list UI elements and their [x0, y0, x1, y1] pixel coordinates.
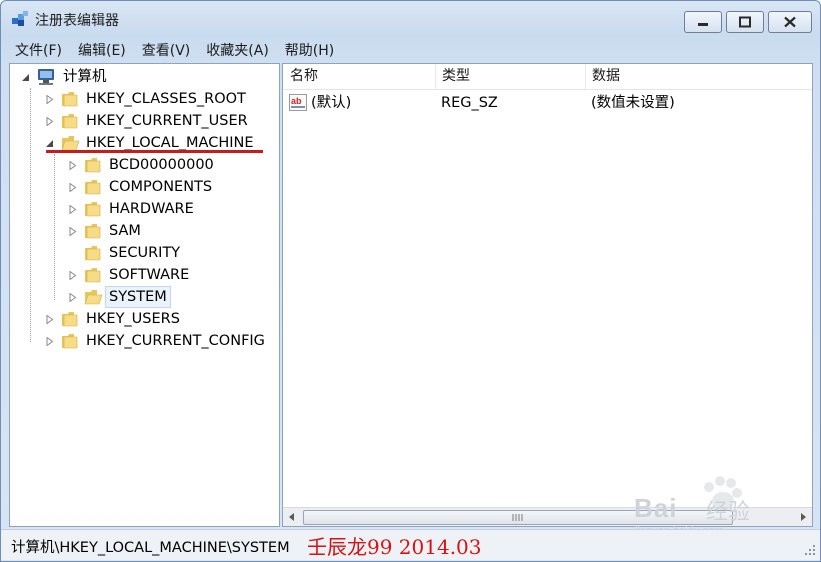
tree-item-security[interactable]: SECURITY — [10, 242, 270, 264]
status-path: 计算机\HKEY_LOCAL_MACHINE\SYSTEM — [11, 540, 290, 556]
resize-grip-icon[interactable] — [804, 544, 816, 556]
collapsed-triangle-icon — [46, 117, 54, 126]
column-header-name[interactable]: 名称 — [283, 64, 436, 89]
close-button[interactable] — [768, 11, 812, 33]
values-list-pane[interactable]: 名称 类型 数据 ab (默认) REG_SZ (数值未设置) — [282, 63, 813, 527]
ab-string-icon: ab — [289, 94, 307, 111]
folder-icon — [62, 114, 78, 129]
tree-label: HARDWARE — [109, 201, 194, 217]
watermark-brand: Bai — [634, 493, 678, 523]
tree-label: BCD00000000 — [109, 157, 214, 173]
scroll-grip-icon — [512, 514, 523, 521]
tree-item-hkey-users[interactable]: HKEY_USERS — [10, 308, 270, 330]
window-controls — [680, 11, 812, 33]
author-credit: 壬辰龙99 2014.03 — [307, 535, 482, 559]
folder-icon — [85, 180, 101, 195]
status-bar: 计算机\HKEY_LOCAL_MACHINE\SYSTEM 壬辰龙99 2014… — [1, 529, 820, 560]
collapsed-triangle-icon — [69, 161, 77, 170]
scroll-right-arrow-icon[interactable] — [794, 508, 812, 526]
folder-icon — [62, 334, 78, 349]
computer-icon — [38, 69, 54, 85]
tree-label: 计算机 — [63, 69, 107, 85]
tree-item-computer[interactable]: 计算机 — [10, 66, 270, 88]
value-name: (默认) — [311, 95, 352, 111]
column-header-type[interactable]: 类型 — [435, 64, 586, 89]
open-folder-icon — [84, 290, 103, 305]
tree-label: HKEY_USERS — [86, 311, 180, 327]
menu-favorites[interactable]: 收藏夹(A) — [198, 40, 277, 60]
close-icon — [784, 16, 796, 28]
folder-icon — [85, 268, 101, 283]
tree-label: SOFTWARE — [109, 267, 190, 283]
menu-bar: 文件(F) 编辑(E) 查看(V) 收藏夹(A) 帮助(H) — [7, 39, 814, 61]
menu-view[interactable]: 查看(V) — [134, 40, 199, 60]
collapsed-triangle-icon — [46, 95, 54, 104]
column-header-row: 名称 类型 数据 — [283, 64, 812, 90]
tree-label: COMPONENTS — [109, 179, 213, 195]
key-tree-pane[interactable]: 计算机 HKEY_CLASSES_ROOT HKEY_CURRENT_USER … — [9, 63, 280, 527]
value-type: REG_SZ — [441, 95, 498, 111]
minimize-icon — [698, 23, 708, 26]
tree-item-hkey-current-config[interactable]: HKEY_CURRENT_CONFIG — [10, 330, 278, 352]
tree-item-software[interactable]: SOFTWARE — [10, 264, 270, 286]
watermark-cn: 经验 — [706, 499, 751, 524]
registry-editor-window: 注册表编辑器 文件(F) 编辑(E) 查看(V) 收藏夹(A) 帮助(H) 计算… — [0, 0, 821, 562]
tree-label: HKEY_CURRENT_CONFIG — [86, 333, 265, 349]
tree-label-selected: SYSTEM — [105, 286, 171, 308]
value-data: (数值未设置) — [591, 95, 675, 111]
tree-item-hkey-current-user[interactable]: HKEY_CURRENT_USER — [10, 110, 270, 132]
expanded-triangle-icon — [22, 74, 29, 81]
regedit-app-icon — [12, 11, 28, 26]
maximize-icon — [739, 16, 751, 28]
tree-item-components[interactable]: COMPONENTS — [10, 176, 270, 198]
tree-item-system[interactable]: SYSTEM — [10, 286, 270, 308]
collapsed-triangle-icon — [69, 227, 77, 236]
menu-help[interactable]: 帮助(H) — [277, 40, 342, 60]
tree-item-hardware[interactable]: HARDWARE — [10, 198, 270, 220]
tree-item-bcd00000000[interactable]: BCD00000000 — [10, 154, 270, 176]
folder-icon — [85, 202, 101, 217]
menu-file[interactable]: 文件(F) — [7, 40, 70, 60]
folder-icon — [62, 92, 78, 107]
expanded-triangle-icon — [46, 140, 53, 147]
scroll-left-arrow-icon[interactable] — [283, 508, 301, 526]
svg-text:ab: ab — [291, 96, 302, 106]
maximize-button[interactable] — [726, 11, 764, 33]
tree-item-hkey-classes-root[interactable]: HKEY_CLASSES_ROOT — [10, 88, 270, 110]
title-bar[interactable]: 注册表编辑器 — [1, 1, 820, 35]
folder-icon — [85, 246, 101, 261]
collapsed-triangle-icon — [46, 337, 54, 346]
collapsed-triangle-icon — [69, 183, 77, 192]
tree-label: HKEY_CURRENT_USER — [86, 113, 248, 129]
collapsed-triangle-icon — [69, 293, 77, 302]
minimize-button[interactable] — [684, 11, 722, 33]
folder-icon — [62, 312, 78, 327]
column-header-data[interactable]: 数据 — [585, 64, 812, 89]
folder-icon — [85, 224, 101, 239]
tree-label: HKEY_CLASSES_ROOT — [86, 91, 246, 107]
folder-icon — [85, 158, 101, 173]
tree-label: SECURITY — [109, 245, 181, 261]
value-row[interactable]: ab (默认) REG_SZ (数值未设置) — [283, 91, 812, 115]
highlight-underline — [46, 150, 263, 153]
collapsed-triangle-icon — [46, 315, 54, 324]
window-title: 注册表编辑器 — [35, 13, 119, 29]
collapsed-triangle-icon — [69, 205, 77, 214]
tree-item-sam[interactable]: SAM — [10, 220, 270, 242]
tree-label: SAM — [109, 223, 141, 239]
collapsed-triangle-icon — [69, 271, 77, 280]
menu-edit[interactable]: 编辑(E) — [70, 40, 134, 60]
